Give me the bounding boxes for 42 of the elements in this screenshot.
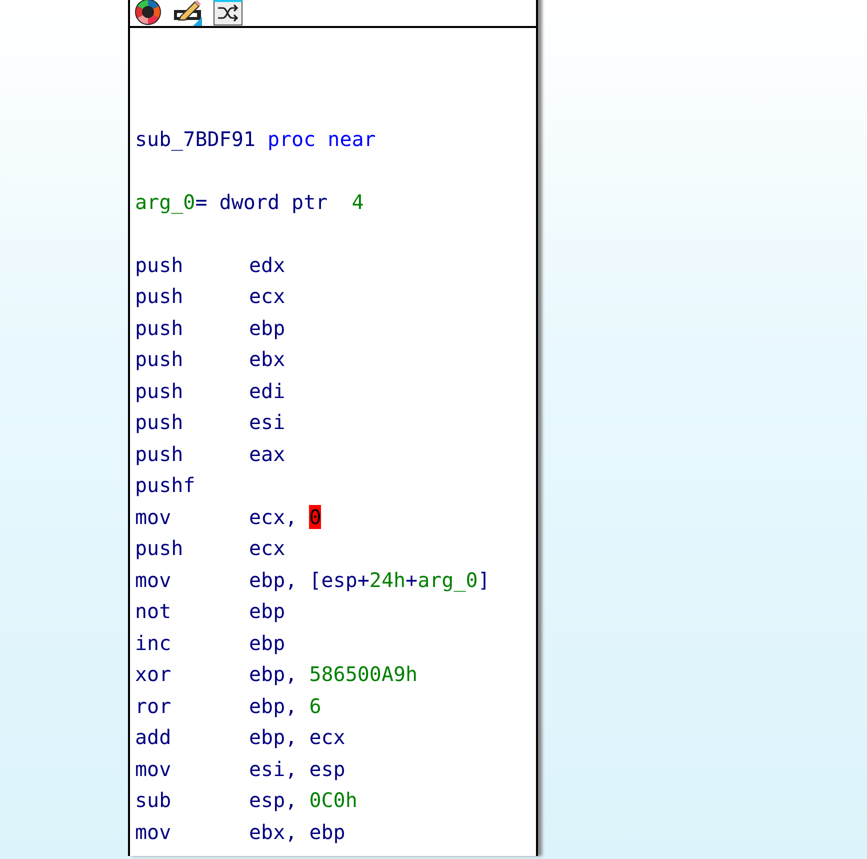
mnemonic: pushf <box>135 472 196 499</box>
mnemonic: push <box>135 314 184 342</box>
mnemonic: mov <box>135 818 172 846</box>
mnemonic: ror <box>135 692 172 720</box>
mnemonic: xor <box>135 661 172 688</box>
operands: esi, esp <box>249 756 346 782</box>
mnemonic: push <box>135 378 184 404</box>
operands: ebp <box>249 314 286 342</box>
operands: ebx, ebp <box>249 818 346 846</box>
mnemonic: push <box>135 440 184 468</box>
shuffle-icon[interactable] <box>213 0 243 26</box>
mnemonic: mov <box>135 756 172 782</box>
operands: ebp, [esp+24h+arg_0] <box>249 566 490 594</box>
operands: ebp <box>249 598 286 625</box>
mnemonic: inc <box>135 630 172 656</box>
operands: ecx <box>249 535 286 562</box>
operands: ebp, ecx <box>249 724 346 751</box>
mnemonic: push <box>135 346 184 373</box>
mnemonic: mov <box>135 566 172 594</box>
mnemonic: push <box>135 535 184 562</box>
operands: esi <box>249 409 286 436</box>
mnemonic: mov <box>135 504 172 530</box>
operands: ebp, 586500A9h <box>249 661 418 688</box>
mnemonic: push <box>135 409 184 436</box>
operands: ebp, 6 <box>249 692 322 720</box>
pencil-icon[interactable] <box>173 0 203 26</box>
operands: esp, 0C0h <box>249 787 358 814</box>
operands: ecx <box>249 283 286 310</box>
operands: edx <box>249 252 286 278</box>
operands: edi <box>249 378 286 404</box>
code-line: sub_7BDF91 proc near <box>135 126 376 153</box>
code-line: arg_0= dword ptr 4 <box>135 188 364 216</box>
mnemonic: push <box>135 252 184 278</box>
mnemonic: push <box>135 283 184 310</box>
operands: ebp <box>249 630 286 656</box>
color-wheel-icon[interactable] <box>133 0 163 26</box>
mnemonic: sub <box>135 787 172 814</box>
operands: eax <box>249 440 286 468</box>
mnemonic: add <box>135 724 172 751</box>
mnemonic: not <box>135 598 172 625</box>
operands: ebx <box>249 346 286 373</box>
operands: ecx, 0 <box>249 504 322 530</box>
